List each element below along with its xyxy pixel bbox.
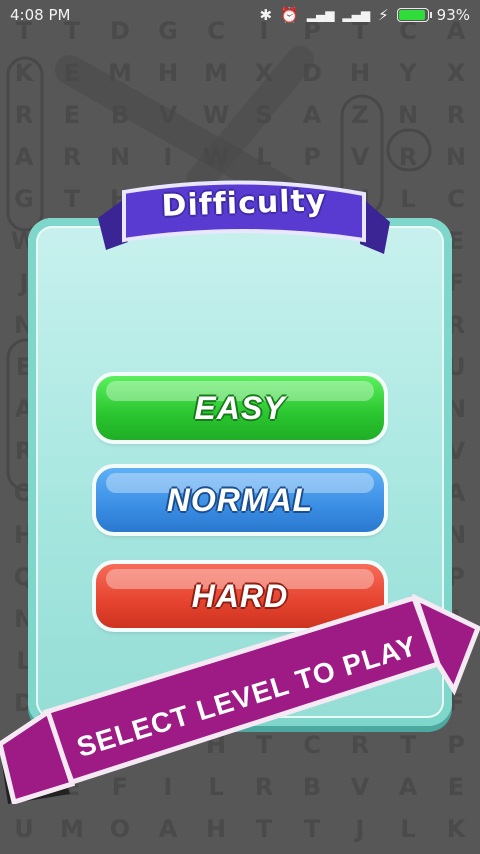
status-bar: 4:08 PM ✱ ⏰ ▂▄▆ ▂▄▆ ⚡ 93% xyxy=(0,0,480,30)
signal-icon: ▂▄▆ xyxy=(306,8,335,22)
status-time: 4:08 PM xyxy=(10,6,71,24)
easy-button[interactable]: EASY xyxy=(96,376,384,440)
charging-icon: ⚡ xyxy=(378,6,389,24)
normal-button[interactable]: NORMAL xyxy=(96,468,384,532)
normal-button-label: NORMAL xyxy=(166,481,314,518)
title-ribbon: Difficulty xyxy=(98,178,390,258)
signal-icon-2: ▂▄▆ xyxy=(342,8,371,22)
bluetooth-icon: ✱ xyxy=(259,6,273,24)
alarm-icon: ⏰ xyxy=(280,6,299,24)
easy-button-label: EASY xyxy=(194,389,286,426)
battery-percent: 93% xyxy=(436,6,470,24)
battery-icon xyxy=(396,8,432,22)
